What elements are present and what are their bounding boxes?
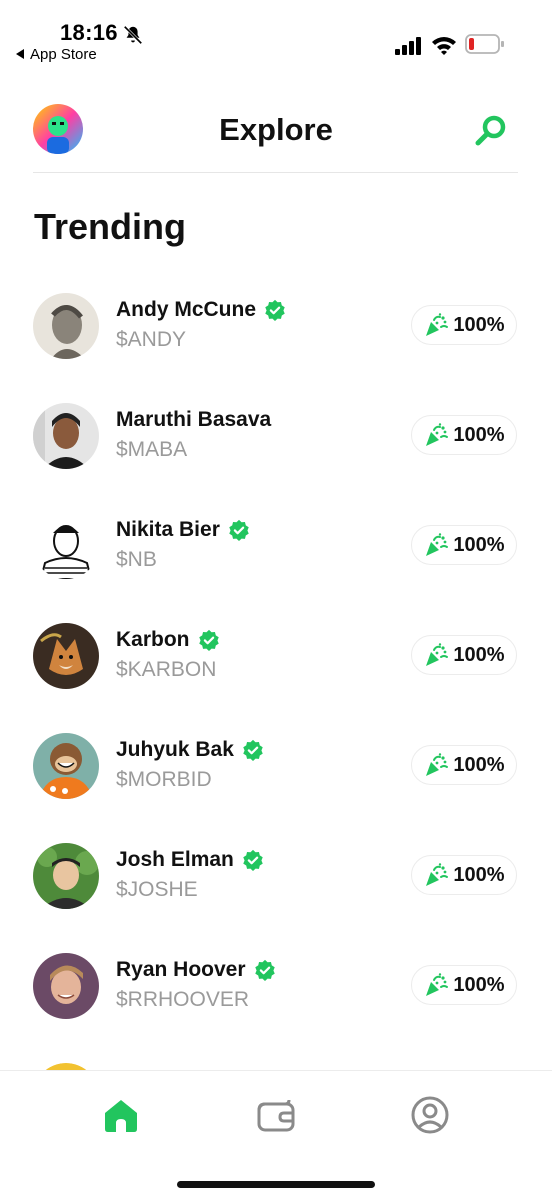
avatar: [33, 403, 99, 469]
party-popper-icon: [426, 423, 449, 446]
avatar: [33, 843, 99, 909]
header: Explore: [0, 100, 552, 160]
avatar: [33, 513, 99, 579]
change-pill[interactable]: 100%: [411, 965, 517, 1005]
row-name-text: Juhyuk Bak: [116, 738, 234, 761]
back-arrow-icon: [16, 49, 24, 59]
verified-badge-icon: [265, 299, 285, 321]
change-value: 100%: [453, 313, 505, 336]
row-name-text: Karbon: [116, 628, 190, 651]
change-value: 100%: [453, 533, 505, 556]
row-name: Maruthi Basava: [116, 408, 271, 432]
row-name: Nikita Bier: [116, 518, 250, 542]
list-item[interactable]: Josh Elman $JOSHE 100%: [0, 840, 552, 950]
trending-list: Andy McCune $ANDY 100% Maruthi Basava $M…: [0, 290, 552, 1060]
status-bar: 18:16 App Store: [0, 0, 552, 70]
signal-icon: [395, 37, 421, 55]
row-ticker: $RRHOOVER: [116, 988, 250, 1011]
list-item[interactable]: Ryan Hoover $RRHOOVER 100%: [0, 950, 552, 1060]
avatar: [33, 623, 99, 689]
verified-badge-icon: [229, 519, 249, 541]
row-name-text: Josh Elman: [116, 848, 234, 871]
avatar: [33, 953, 99, 1019]
change-pill[interactable]: 100%: [411, 305, 517, 345]
change-value: 100%: [453, 643, 505, 666]
change-value: 100%: [453, 863, 505, 886]
status-time: 18:16: [60, 20, 118, 45]
home-icon[interactable]: [101, 1095, 141, 1135]
list-item[interactable]: Juhyuk Bak $MORBID 100%: [0, 730, 552, 840]
row-name: Juhyuk Bak: [116, 738, 264, 762]
party-popper-icon: [426, 533, 449, 556]
row-ticker: $MORBID: [116, 768, 212, 791]
party-popper-icon: [426, 863, 449, 886]
row-name-text: Andy McCune: [116, 298, 257, 321]
wallet-icon[interactable]: [256, 1095, 296, 1135]
change-pill[interactable]: 100%: [411, 525, 517, 565]
row-name-text: Maruthi Basava: [116, 408, 272, 431]
list-item[interactable]: Karbon $KARBON 100%: [0, 620, 552, 730]
change-pill[interactable]: 100%: [411, 855, 517, 895]
change-pill[interactable]: 100%: [411, 745, 517, 785]
row-ticker: $ANDY: [116, 328, 187, 351]
change-pill[interactable]: 100%: [411, 635, 517, 675]
row-ticker: $MABA: [116, 438, 188, 461]
bell-slash-icon: [123, 25, 143, 45]
row-name-text: Nikita Bier: [116, 518, 220, 541]
home-indicator[interactable]: [177, 1181, 375, 1188]
row-name: Andy McCune: [116, 298, 286, 322]
party-popper-icon: [426, 643, 449, 666]
header-divider: [33, 172, 518, 173]
profile-icon[interactable]: [410, 1095, 450, 1135]
party-popper-icon: [426, 753, 449, 776]
change-pill[interactable]: 100%: [411, 415, 517, 455]
row-name: Ryan Hoover: [116, 958, 276, 982]
verified-badge-icon: [254, 959, 275, 981]
list-item[interactable]: Maruthi Basava $MABA 100%: [0, 400, 552, 510]
back-to-app-link[interactable]: App Store: [16, 45, 97, 63]
verified-badge-icon: [243, 849, 263, 871]
row-name: Josh Elman: [116, 848, 264, 872]
search-icon[interactable]: [470, 110, 512, 152]
back-app-label: App Store: [30, 45, 97, 63]
party-popper-icon: [426, 313, 449, 336]
row-ticker: $JOSHE: [116, 878, 198, 901]
row-ticker: $KARBON: [116, 658, 217, 681]
screen: 18:16 App Store Explore Trending Andy Mc…: [0, 0, 552, 1200]
row-name-text: Ryan Hoover: [116, 958, 246, 981]
wifi-icon: [432, 37, 456, 55]
party-popper-icon: [426, 973, 449, 996]
row-name: Karbon: [116, 628, 220, 652]
row-ticker: $NB: [116, 548, 157, 571]
change-value: 100%: [453, 753, 505, 776]
avatar: [33, 293, 99, 359]
battery-low-icon: [465, 34, 504, 54]
list-item[interactable]: Nikita Bier $NB 100%: [0, 510, 552, 620]
change-value: 100%: [453, 973, 505, 996]
section-title: Trending: [34, 206, 186, 247]
avatar: [33, 733, 99, 799]
change-value: 100%: [453, 423, 505, 446]
list-item[interactable]: Andy McCune $ANDY 100%: [0, 290, 552, 400]
verified-badge-icon: [243, 739, 263, 761]
verified-badge-icon: [198, 629, 219, 651]
